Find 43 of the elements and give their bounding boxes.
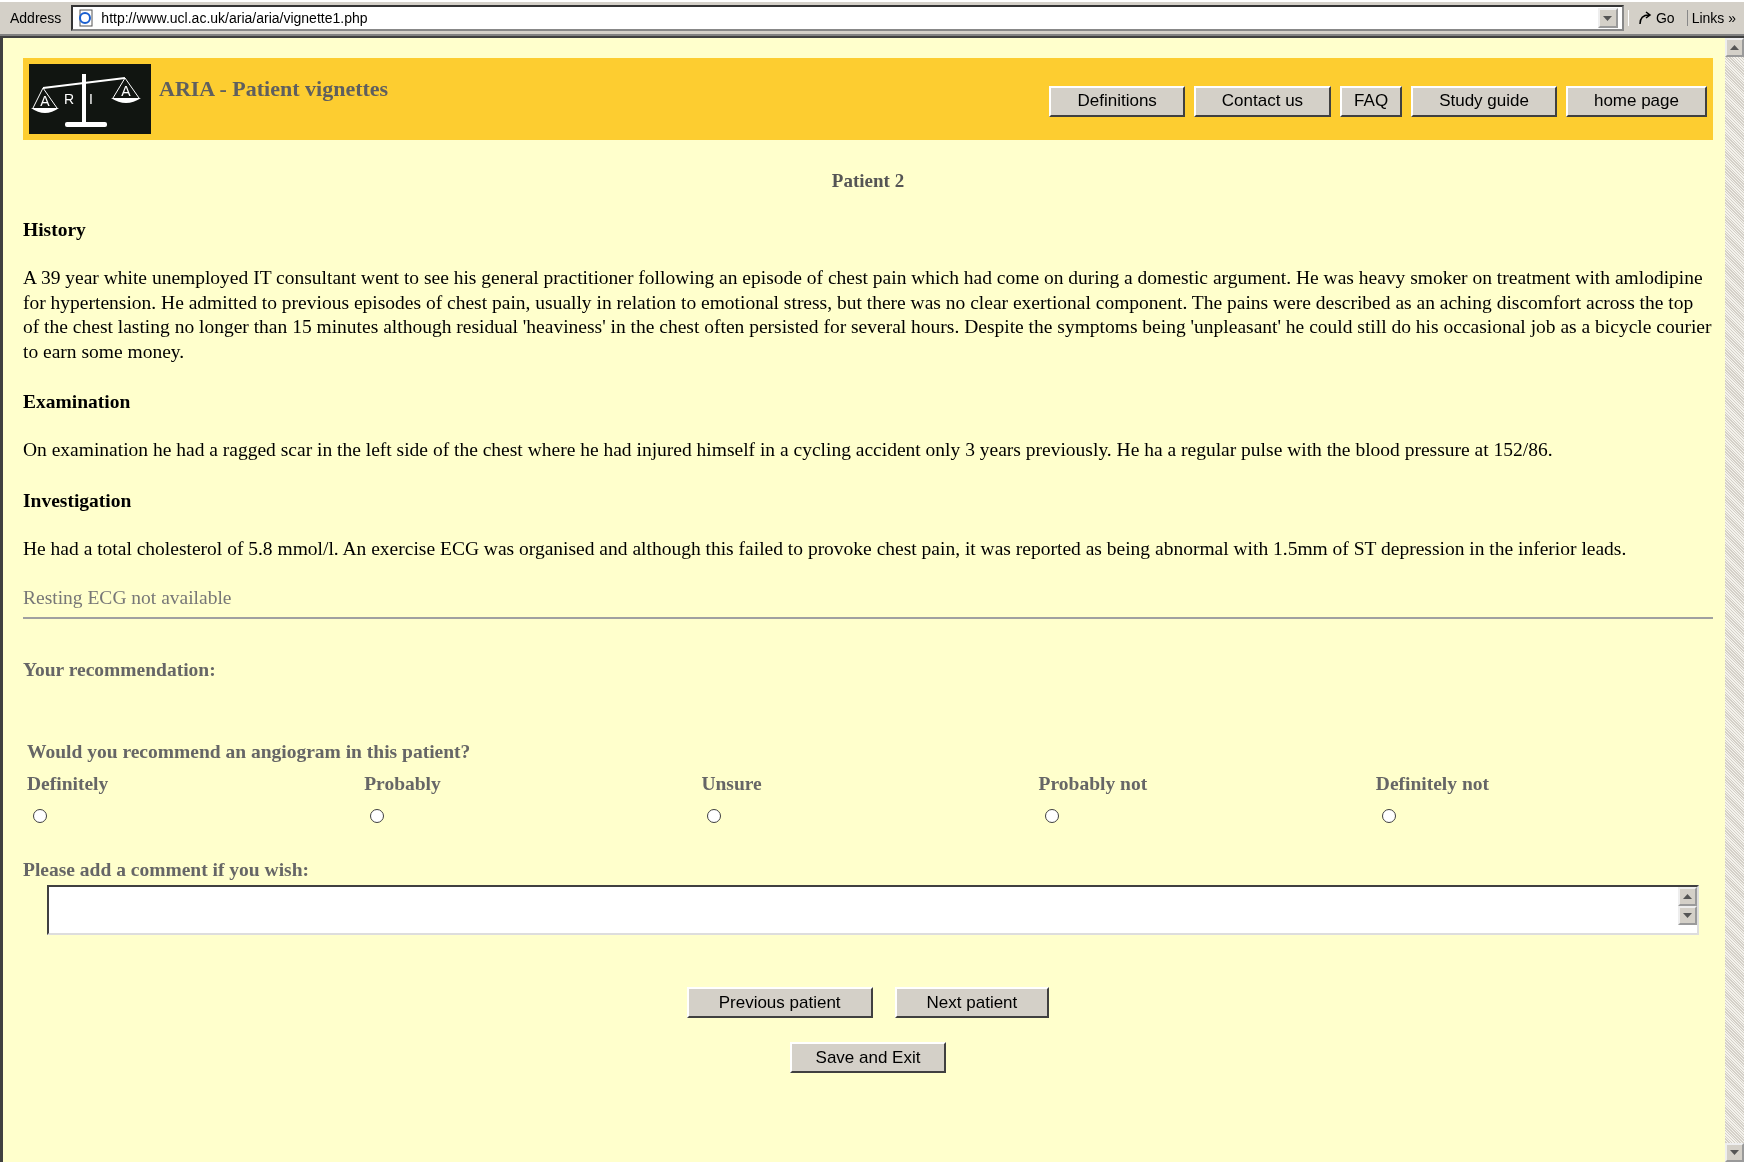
- address-label: Address: [9, 10, 63, 26]
- nav-button[interactable]: Definitions: [1049, 85, 1185, 117]
- dropdown-button[interactable]: [1597, 8, 1618, 28]
- scroll-up-icon[interactable]: [1683, 894, 1692, 899]
- radio-button[interactable]: [1044, 809, 1059, 823]
- scroll-down-icon[interactable]: [1730, 1150, 1739, 1155]
- scroll-down-icon[interactable]: [1683, 913, 1692, 918]
- question-text: Would you recommend an angiogram in this patient?: [26, 741, 472, 763]
- scrollbar[interactable]: [1725, 38, 1744, 1162]
- section-heading: History: [23, 219, 87, 241]
- option-label: Definitely not: [1375, 773, 1490, 795]
- section-heading: Investigation: [23, 489, 133, 512]
- option-label: Unsure: [701, 773, 763, 795]
- page-icon: [77, 9, 96, 27]
- scroll-up-icon[interactable]: [1730, 45, 1739, 50]
- radio-button[interactable]: [1381, 809, 1396, 823]
- site-title: ARIA - Patient vignettes: [159, 76, 390, 102]
- nav-button[interactable]: Study guide: [1411, 85, 1557, 117]
- radio-button[interactable]: [370, 809, 385, 823]
- radio-button[interactable]: [33, 809, 47, 823]
- nav-button[interactable]: Contact us: [1193, 85, 1332, 117]
- comment-label: Please add a comment if you wish:: [23, 859, 310, 881]
- option-label: Definitely: [27, 773, 110, 795]
- recommendation-heading: Your recommendation:: [23, 659, 217, 681]
- section-text: On examination he had a ragged scar in the left side of the chest where he had injured himself in a cycling accident only 3 years previously. He ha a regular pulse with the blood pressure at 152/86.: [23, 438, 1554, 462]
- go-arrow-icon: [1636, 10, 1653, 26]
- section-text: He had a total cholesterol of 5.8 mmol/l. An exercise ECG was organised and although this failed to provoke chest pain, it was reported as being abnormal with 1.5mm of ST depression in the inferior leads.: [23, 536, 1628, 561]
- option-label: Probably not: [1038, 773, 1149, 795]
- caret-icon[interactable]: [1603, 15, 1613, 21]
- ecg-note: Resting ECG not available: [23, 587, 233, 609]
- patient-nav-button[interactable]: Next patient: [894, 987, 1050, 1018]
- address-field[interactable]: http://www.ucl.ac.uk/aria/aria/vignette1.php: [71, 5, 1624, 31]
- option-label: Probably: [364, 773, 442, 795]
- radio-button[interactable]: [707, 809, 722, 823]
- nav-button[interactable]: home page: [1565, 85, 1707, 117]
- patient-nav-button[interactable]: Previous patient: [686, 987, 873, 1018]
- comment-field[interactable]: [47, 885, 1699, 935]
- nav-button[interactable]: FAQ: [1340, 85, 1403, 117]
- save-exit-button[interactable]: Save and Exit: [789, 1042, 947, 1073]
- section-text: A 39 year white unemployed IT consultant went to see his general practitioner following an episode of chest pain which had come on during a domestic argument. He was heavy smoker on treatment with amlodipine for hypertension. He admitted to previous episodes of chest pain, usually in relation to emotional stress, but there was no clear exertional component. The pains were described as an aching discomfort across the top of the chest lasting no longer than 15 minutes although residual 'heaviness' in the chest often persisted for several hours. Despite the symptoms being 'unpleasant' he could still do his occasional job as a bicycle courier to earn some money.: [23, 266, 1713, 364]
- section-heading: Examination: [23, 391, 132, 413]
- patient-title: Patient 2: [830, 170, 906, 192]
- scales-logo: A R I A: [29, 64, 151, 134]
